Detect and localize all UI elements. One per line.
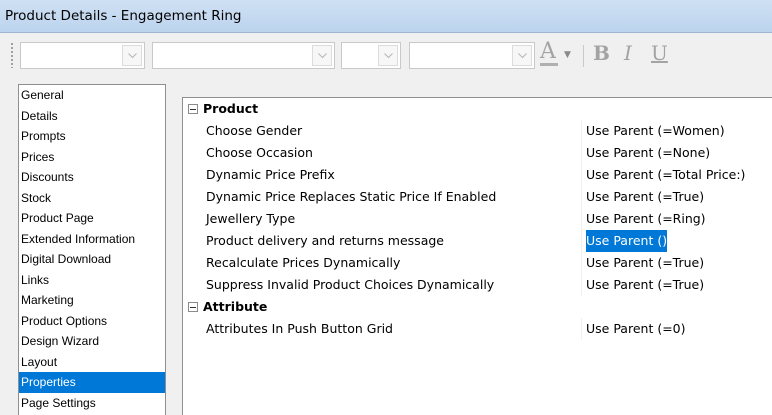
font-color-button[interactable]: A ▼ <box>540 39 580 70</box>
property-row-choose-gender[interactable]: Choose Gender Use Parent (=Women) <box>183 120 772 142</box>
property-value[interactable]: Use Parent (=None) <box>586 142 710 164</box>
property-row-suppress-invalid-choices[interactable]: Suppress Invalid Product Choices Dynamic… <box>183 274 772 296</box>
sidebar-item-layout[interactable]: Layout <box>19 352 165 373</box>
collapse-icon[interactable] <box>188 302 198 312</box>
property-row-choose-occasion[interactable]: Choose Occasion Use Parent (=None) <box>183 142 772 164</box>
property-row-jewellery-type[interactable]: Jewellery Type Use Parent (=Ring) <box>183 208 772 230</box>
category-row-attribute[interactable]: Attribute <box>183 296 772 318</box>
title-bar: Product Details - Engagement Ring <box>0 0 772 33</box>
property-row-attributes-push-button-grid[interactable]: Attributes In Push Button Grid Use Paren… <box>183 318 772 340</box>
chevron-down-icon[interactable] <box>378 45 398 66</box>
property-name: Recalculate Prices Dynamically <box>206 255 401 270</box>
sidebar-item-prices[interactable]: Prices <box>19 147 165 168</box>
sidebar-item-extended-information[interactable]: Extended Information <box>19 229 165 250</box>
sidebar-item-marketing[interactable]: Marketing <box>19 290 165 311</box>
property-row-dynamic-price-replaces-static[interactable]: Dynamic Price Replaces Static Price If E… <box>183 186 772 208</box>
sidebar-item-product-page[interactable]: Product Page <box>19 208 165 229</box>
sidebar-item-discounts[interactable]: Discounts <box>19 167 165 188</box>
sidebar-item-digital-download[interactable]: Digital Download <box>19 249 165 270</box>
sidebar-item-page-settings[interactable]: Page Settings <box>19 393 165 414</box>
underline-button[interactable]: U <box>651 41 668 71</box>
property-name: Jewellery Type <box>206 211 296 226</box>
property-name: Product delivery and returns message <box>206 233 444 248</box>
font-family-combo[interactable] <box>152 42 335 69</box>
font-size-combo[interactable] <box>341 42 401 69</box>
formatting-toolbar: A ▼ B I U <box>0 33 772 77</box>
property-name: Choose Gender <box>206 123 303 138</box>
property-value[interactable]: Use Parent (=True) <box>586 252 704 274</box>
category-label: Attribute <box>203 299 268 314</box>
dropdown-arrow-icon[interactable]: ▼ <box>564 50 571 60</box>
sidebar-item-properties[interactable]: Properties <box>19 372 165 393</box>
property-name: Attributes In Push Button Grid <box>206 321 393 336</box>
font-style-combo[interactable] <box>409 42 535 69</box>
chevron-down-icon[interactable] <box>122 45 142 66</box>
window-title: Product Details - Engagement Ring <box>5 8 242 24</box>
property-name: Dynamic Price Replaces Static Price If E… <box>206 189 497 204</box>
italic-button[interactable]: I <box>624 41 632 71</box>
sidebar-item-links[interactable]: Links <box>19 270 165 291</box>
sidebar-item-details[interactable]: Details <box>19 106 165 127</box>
sidebar-item-general[interactable]: General <box>19 85 165 106</box>
collapse-icon[interactable] <box>188 104 198 114</box>
sidebar-item-design-wizard[interactable]: Design Wizard <box>19 331 165 352</box>
property-value[interactable]: Use Parent (=0) <box>586 318 686 340</box>
property-name: Dynamic Price Prefix <box>206 167 335 182</box>
property-value[interactable]: Use Parent (=True) <box>586 186 704 208</box>
property-value[interactable]: Use Parent (=Women) <box>586 120 725 142</box>
sidebar-item-stock[interactable]: Stock <box>19 188 165 209</box>
chevron-down-icon[interactable] <box>512 45 532 66</box>
sidebar-item-prompts[interactable]: Prompts <box>19 126 165 147</box>
toolbar-grip[interactable] <box>10 42 14 68</box>
property-value[interactable]: Use Parent (=Ring) <box>586 208 706 230</box>
sidebar-item-product-options[interactable]: Product Options <box>19 311 165 332</box>
property-value[interactable]: Use Parent (=True) <box>586 274 704 296</box>
toolbar-separator <box>583 45 584 67</box>
property-row-recalculate-prices[interactable]: Recalculate Prices Dynamically Use Paren… <box>183 252 772 274</box>
category-row-product[interactable]: Product <box>183 98 772 120</box>
chevron-down-icon[interactable] <box>312 45 332 66</box>
property-name: Choose Occasion <box>206 145 313 160</box>
font-color-swatch <box>540 63 558 66</box>
bold-button[interactable]: B <box>593 41 610 71</box>
font-color-icon: A <box>540 39 556 64</box>
property-row-dynamic-price-prefix[interactable]: Dynamic Price Prefix Use Parent (=Total … <box>183 164 772 186</box>
property-value[interactable]: Use Parent (=Total Price:) <box>586 164 745 186</box>
category-label: Product <box>203 101 259 116</box>
property-name: Suppress Invalid Product Choices Dynamic… <box>206 277 495 292</box>
property-value-selected[interactable]: Use Parent () <box>586 230 668 252</box>
style-combo[interactable] <box>20 42 145 69</box>
property-grid: Product Choose Gender Use Parent (=Women… <box>182 97 772 415</box>
property-row-delivery-returns-message[interactable]: Product delivery and returns message Use… <box>183 230 772 252</box>
section-list: General Details Prompts Prices Discounts… <box>18 84 166 415</box>
